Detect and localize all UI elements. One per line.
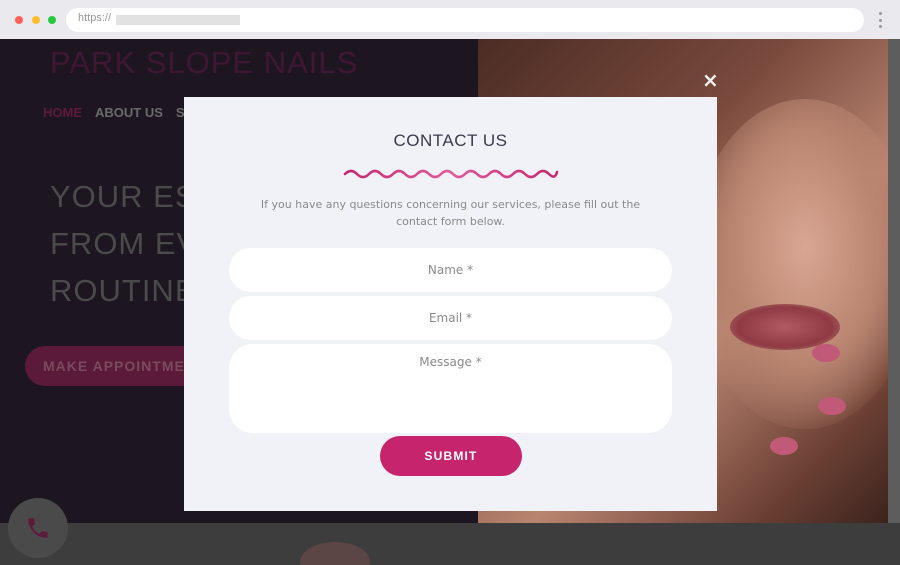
hero-headline-line: FROM EV xyxy=(50,226,199,261)
hero-headline-line: YOUR ES xyxy=(50,179,197,214)
hero-photo-nail xyxy=(818,397,846,415)
browser-toolbar: https:// xyxy=(0,0,900,39)
email-field[interactable]: Email * xyxy=(229,296,672,340)
address-bar[interactable]: https:// xyxy=(66,8,864,32)
name-field[interactable]: Name * xyxy=(229,248,672,292)
url-redacted xyxy=(116,15,240,25)
contact-modal: CONTACT US If you have any questions con… xyxy=(184,97,717,511)
hero-photo-nail xyxy=(812,344,840,362)
url-prefix: https:// xyxy=(78,12,112,24)
kebab-menu-icon[interactable] xyxy=(878,12,882,28)
message-field[interactable]: Message * xyxy=(229,344,672,433)
hero-headline-line: ROUTINE xyxy=(50,273,197,308)
nav-about-us[interactable]: ABOUT US xyxy=(95,105,163,120)
nav-home[interactable]: HOME xyxy=(43,105,82,120)
modal-description: If you have any questions concerning our… xyxy=(260,198,641,228)
window-close-dot[interactable] xyxy=(15,16,23,24)
next-section xyxy=(0,523,900,565)
window-maximize-dot[interactable] xyxy=(48,16,56,24)
decorative-wave-divider xyxy=(343,169,559,179)
close-icon[interactable]: × xyxy=(702,70,719,90)
window-minimize-dot[interactable] xyxy=(32,16,40,24)
phone-call-button[interactable] xyxy=(8,498,68,558)
site-logo[interactable]: PARK SLOPE NAILS xyxy=(50,45,358,81)
modal-title: CONTACT US xyxy=(393,131,508,150)
scrollbar-track[interactable] xyxy=(888,39,900,523)
hero-photo-nail xyxy=(770,437,798,455)
submit-button[interactable]: SUBMIT xyxy=(380,436,522,476)
main-nav: HOME ABOUT US S xyxy=(43,105,185,120)
phone-icon xyxy=(28,518,48,538)
hero-headline: YOUR ES FROM EV ROUTINE xyxy=(50,173,198,314)
